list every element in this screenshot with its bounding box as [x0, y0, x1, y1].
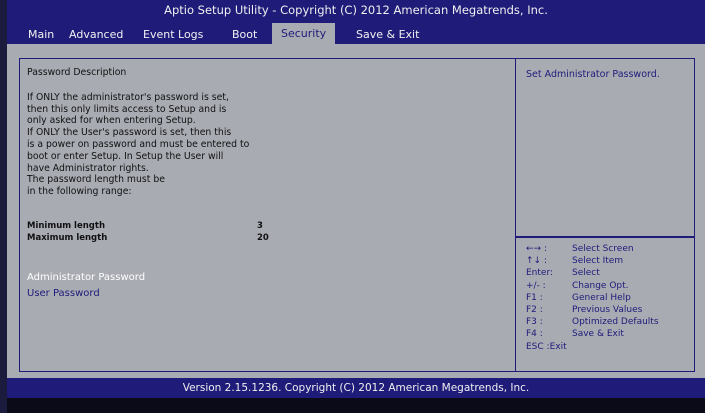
maximum-length-value: 20	[257, 233, 269, 243]
bottom-strip	[7, 398, 705, 413]
minimum-length-row: Minimum length 3	[27, 221, 263, 231]
key-legend-row: F2 : Previous Values	[526, 304, 691, 316]
app-title: Aptio Setup Utility - Copyright (C) 2012…	[164, 3, 548, 17]
key-legend: ←→ : Select Screen ↑↓ : Select Item Ente…	[526, 243, 691, 353]
help-text: Set Administrator Password.	[526, 69, 660, 80]
tab-boot[interactable]: Boot	[232, 25, 257, 44]
tab-advanced[interactable]: Advanced	[69, 25, 123, 44]
password-description: Password Description If ONLY the adminis…	[27, 67, 249, 198]
menu-bar: Main Advanced Event Logs Boot Security S…	[7, 20, 705, 44]
key-legend-row: F4 : Save & Exit	[526, 328, 691, 340]
description-line: boot or enter Setup. In Setup the User w…	[27, 150, 224, 162]
minimum-length-value: 3	[257, 221, 263, 231]
key-legend-row: F1 : General Help	[526, 292, 691, 304]
key-desc: Change Opt.	[572, 280, 629, 291]
key-legend-row: +/- : Change Opt.	[526, 280, 691, 292]
tab-main[interactable]: Main	[28, 25, 54, 44]
key-desc: Save & Exit	[572, 329, 624, 340]
vertical-divider	[515, 59, 516, 371]
key-desc: Select Screen	[572, 244, 634, 254]
key-enter: Enter:	[526, 268, 554, 279]
key-f2: F2 :	[526, 304, 543, 315]
description-line: is a power on password and must be enter…	[27, 138, 250, 150]
tab-save-exit[interactable]: Save & Exit	[356, 25, 419, 44]
administrator-password-item[interactable]: Administrator Password	[27, 272, 145, 283]
key-legend-row: ESC :Exit	[526, 341, 691, 353]
key-f1: F1 :	[526, 292, 543, 303]
key-legend-row: ↑↓ : Select Item	[526, 255, 691, 267]
key-desc: Select Item	[572, 256, 624, 267]
key-legend-row: F3 : Optimized Defaults	[526, 316, 691, 328]
title-bar: Aptio Setup Utility - Copyright (C) 2012…	[7, 0, 705, 20]
maximum-length-row: Maximum length 20	[27, 233, 269, 243]
description-line: only asked for when entering Setup.	[27, 115, 196, 127]
horizontal-divider	[516, 236, 694, 238]
key-arrows-lr: ←→ :	[526, 244, 547, 254]
key-desc: General Help	[572, 292, 631, 303]
key-legend-row: ←→ : Select Screen	[526, 243, 691, 255]
content-area: Password Description If ONLY the adminis…	[7, 44, 705, 378]
description-title: Password Description	[27, 67, 127, 78]
key-arrows-ud: ↑↓ :	[526, 256, 547, 267]
description-line: The password length must be	[27, 174, 165, 186]
description-line: have Administrator rights.	[27, 162, 149, 174]
key-f3: F3 :	[526, 317, 543, 328]
key-desc: Previous Values	[572, 304, 643, 315]
tab-event-logs[interactable]: Event Logs	[143, 25, 203, 44]
user-password-item[interactable]: User Password	[27, 288, 100, 299]
footer-bar: Version 2.15.1236. Copyright (C) 2012 Am…	[7, 378, 705, 398]
tab-security[interactable]: Security	[272, 23, 336, 44]
key-desc: Optimized Defaults	[572, 317, 659, 328]
maximum-length-label: Maximum length	[27, 233, 108, 243]
description-line: If ONLY the administrator's password is …	[27, 91, 229, 103]
minimum-length-label: Minimum length	[27, 221, 105, 231]
key-f4: F4 :	[526, 329, 543, 340]
description-line: then this only limits access to Setup an…	[27, 103, 227, 115]
key-legend-row: Enter: Select	[526, 267, 691, 279]
version-text: Version 2.15.1236. Copyright (C) 2012 Am…	[182, 382, 530, 394]
description-line: If ONLY the User's password is set, then…	[27, 127, 232, 139]
key-plus-minus: +/- :	[526, 280, 546, 291]
security-panel: Password Description If ONLY the adminis…	[19, 58, 695, 372]
key-desc: Select	[572, 268, 600, 279]
description-line: in the following range:	[27, 186, 132, 198]
key-esc: ESC :Exit	[526, 341, 567, 352]
bios-screen: Aptio Setup Utility - Copyright (C) 2012…	[0, 0, 705, 413]
